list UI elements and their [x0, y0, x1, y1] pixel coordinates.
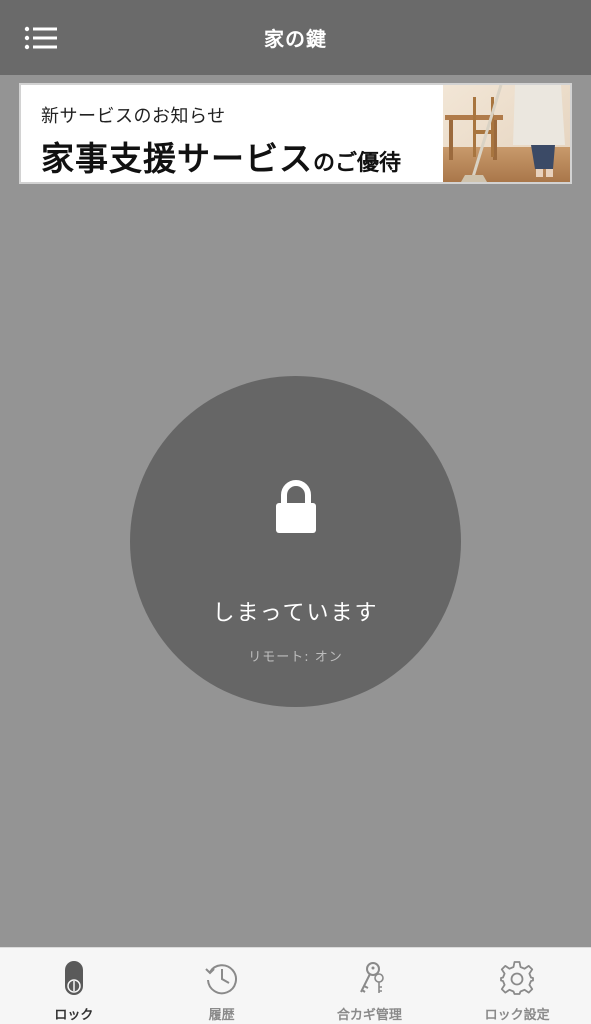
lock-toggle-button[interactable]: しまっています リモート: オン: [130, 376, 461, 707]
tab-lock-settings[interactable]: ロック設定: [443, 948, 591, 1024]
banner-headline: 家事支援サービスのご優待: [41, 132, 401, 180]
tab-lock-label: ロック: [54, 1008, 94, 1023]
promo-banner[interactable]: 新サービスのお知らせ 家事支援サービスのご優待: [19, 83, 572, 184]
tab-keys[interactable]: 合カギ管理: [296, 948, 444, 1024]
banner-headline-suffix: のご優待: [313, 151, 402, 176]
banner-photo-image: [443, 85, 570, 182]
tab-lock-settings-label: ロック設定: [484, 1008, 550, 1023]
tab-keys-label: 合カギ管理: [336, 1008, 402, 1023]
history-clock-icon: [204, 964, 237, 995]
tab-history[interactable]: 履歴: [148, 948, 296, 1024]
banner-headline-main: 家事支援サービス: [41, 139, 313, 178]
lock-toggle-icon: [64, 961, 83, 995]
banner-subtitle: 新サービスのお知らせ: [41, 106, 226, 127]
keys-icon: [360, 962, 385, 993]
gear-icon: [500, 961, 535, 995]
remote-status-text: リモート: オン: [248, 650, 343, 665]
padlock-icon: [276, 480, 316, 533]
tab-history-label: 履歴: [208, 1008, 235, 1023]
menu-button[interactable]: [22, 24, 60, 52]
page-title: 家の鍵: [264, 27, 327, 51]
hamburger-menu-icon: [24, 26, 57, 50]
lock-status-text: しまっています: [212, 601, 379, 626]
tab-lock[interactable]: ロック: [0, 948, 148, 1024]
app-header: 家の鍵: [0, 0, 591, 75]
bottom-tab-bar: ロック 履歴 合カギ管理 ロック設定: [0, 947, 591, 1024]
